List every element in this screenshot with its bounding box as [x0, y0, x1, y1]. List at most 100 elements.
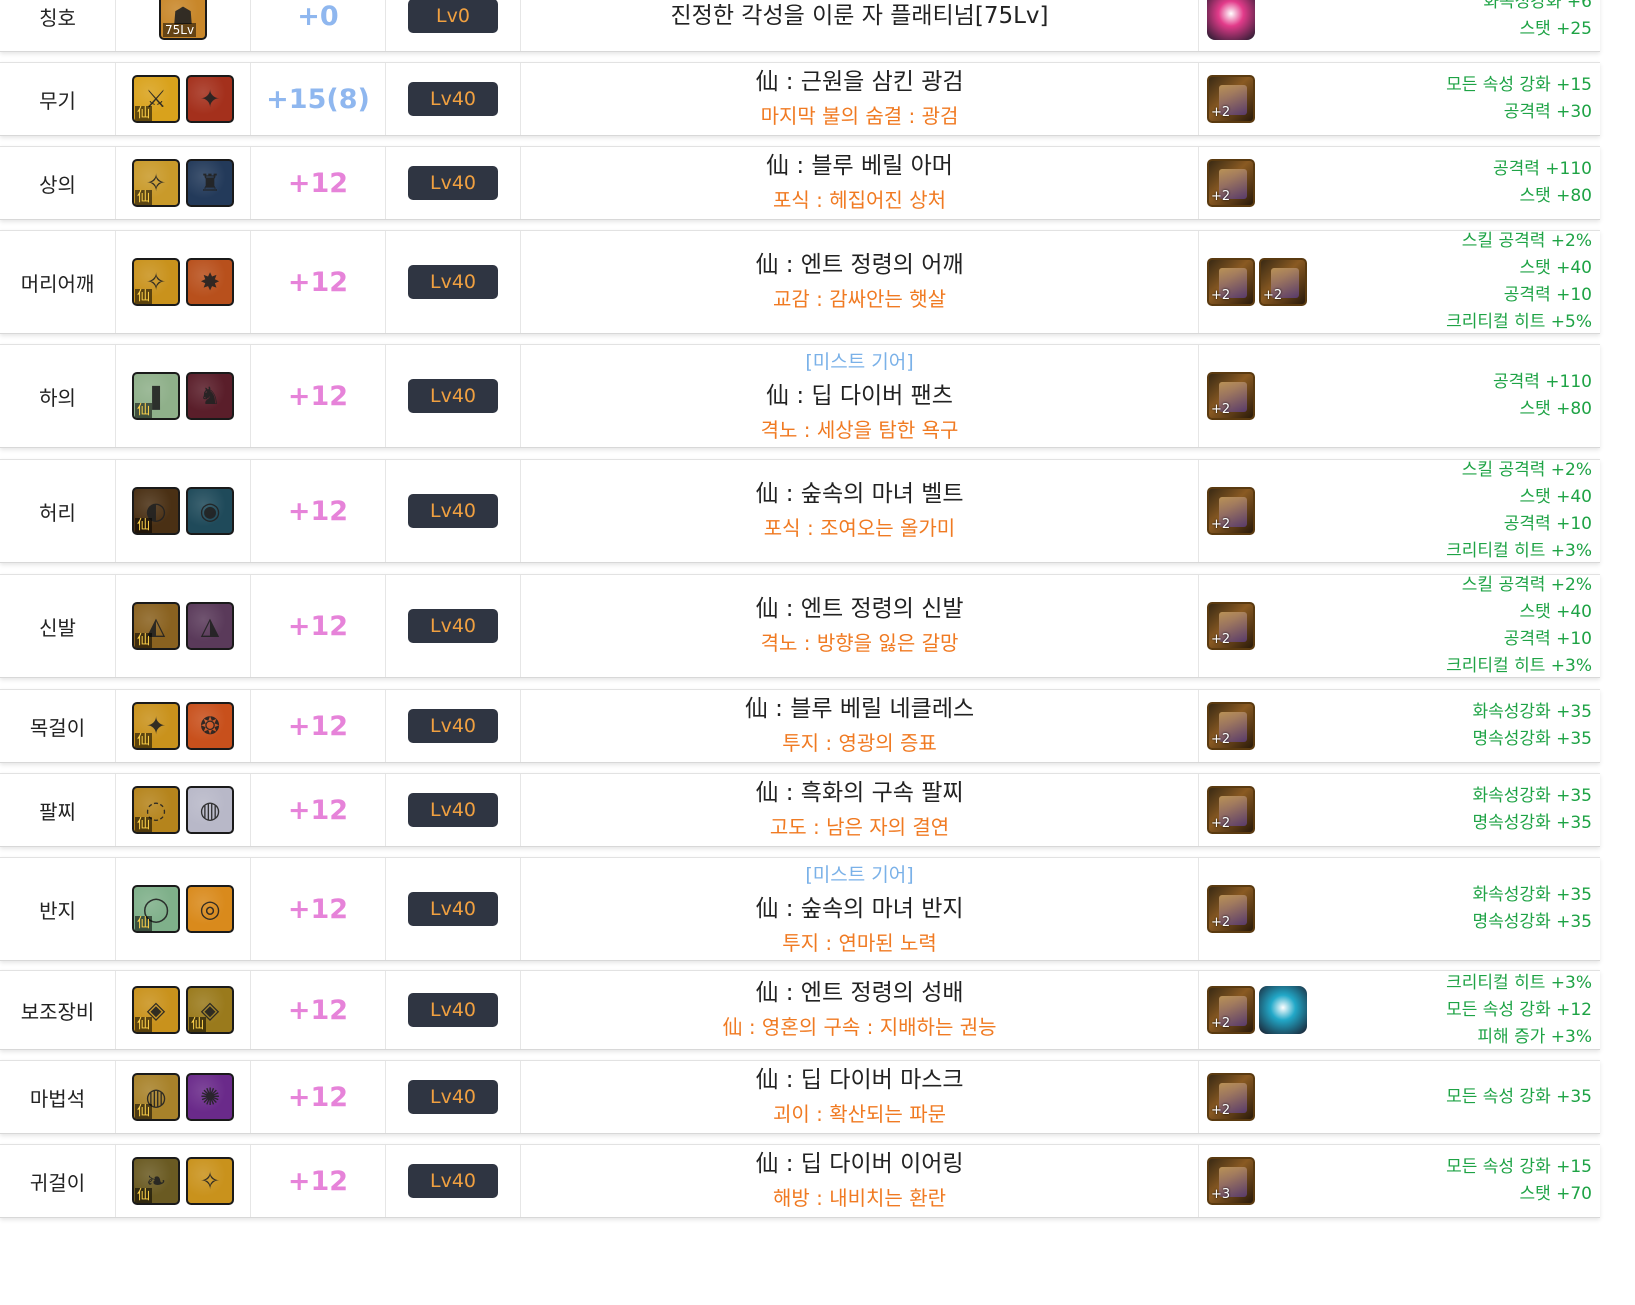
stat-line: 공격력 +10	[1503, 285, 1592, 305]
earring-icon[interactable]: ❧ 仙	[132, 1157, 180, 1205]
item-name[interactable]: 仙 : 숲속의 마녀 벨트	[755, 477, 963, 511]
weapon-icon[interactable]: ⚔ 仙	[132, 75, 180, 123]
enchant-card-icon[interactable]: +2	[1207, 258, 1255, 306]
shoulder-icon[interactable]: ✧ 仙	[132, 258, 180, 306]
enchant-stats: 화속성강화 +35 명속성강화 +35	[1473, 774, 1592, 846]
item-name[interactable]: 仙 : 흑화의 구속 팔찌	[755, 776, 963, 810]
item-glyph: ♜	[199, 169, 221, 197]
stat-line: 스킬 공격력 +2%	[1461, 231, 1592, 251]
shoes-fusion-icon[interactable]: ◮	[186, 602, 234, 650]
equipment-row[interactable]: 반지 ◯ 仙 ◎ +12 Lv40 [미스트 기어] 仙 : 숲속의 마녀 반지 투지 : 연마…	[0, 857, 1600, 961]
enchant-card-icon[interactable]: +2	[1207, 602, 1255, 650]
slot-label: 하의	[0, 345, 116, 447]
stat-line: 스탯 +40	[1519, 487, 1592, 507]
item-icons: ◯ 仙 ◎	[116, 858, 251, 960]
item-name-cell: [미스트 기어] 仙 : 숲속의 마녀 반지 투지 : 연마된 노력	[521, 858, 1199, 960]
slot-label: 목걸이	[0, 690, 116, 762]
item-name[interactable]: 진정한 각성을 이룬 자 플래티넘[75Lv]	[671, 0, 1049, 33]
level-cell: Lv40	[386, 971, 521, 1049]
level-cell: Lv0	[386, 0, 521, 51]
equipment-row[interactable]: 무기 ⚔ 仙 ✦ +15(8) Lv40 仙 : 근원을 삼킨 광검 마지막 불의 숨결 : …	[0, 62, 1600, 136]
enchant-card-icon[interactable]: +3	[1207, 1157, 1255, 1205]
item-name[interactable]: 仙 : 블루 베릴 아머	[766, 149, 953, 183]
enchant-card-icon[interactable]: +2	[1207, 885, 1255, 933]
enhance-level: +12	[251, 690, 386, 762]
item-glyph: ✸	[199, 268, 221, 296]
magicstone-fusion-icon[interactable]: ✺	[186, 1073, 234, 1121]
level-badge: Lv40	[408, 82, 498, 116]
level-cell: Lv40	[386, 345, 521, 447]
item-name[interactable]: 仙 : 딥 다이버 마스크	[755, 1063, 963, 1097]
equipment-row[interactable]: 허리 ◐ 仙 ◉ +12 Lv40 仙 : 숲속의 마녀 벨트 포식 : 조여오는 올가미 +2…	[0, 459, 1600, 563]
pink-orb-icon[interactable]	[1207, 0, 1255, 40]
item-name[interactable]: 仙 : 엔트 정령의 어깨	[755, 248, 963, 282]
equipment-row[interactable]: 마법석 ◍ 仙 ✺ +12 Lv40 仙 : 딥 다이버 마스크 괴이 : 확산되는 파문 +2…	[0, 1060, 1600, 1134]
enchant-card-icon[interactable]: +2	[1207, 702, 1255, 750]
necklace-icon[interactable]: ✦ 仙	[132, 702, 180, 750]
item-name[interactable]: 仙 : 근원을 삼킨 광검	[755, 65, 963, 99]
item-name-cell: 仙 : 엔트 정령의 성배 仙 : 영혼의 구속 : 지배하는 권능	[521, 971, 1199, 1049]
bracelet-icon[interactable]: ◌ 仙	[132, 786, 180, 834]
belt-icon[interactable]: ◐ 仙	[132, 487, 180, 535]
equipment-row[interactable]: 머리어깨 ✧ 仙 ✸ +12 Lv40 仙 : 엔트 정령의 어깨 교감 : 감싸안는 햇살 +…	[0, 230, 1600, 334]
stat-line: 크리티컬 히트 +3%	[1446, 656, 1592, 676]
subequip-icon[interactable]: ◈ 仙	[132, 986, 180, 1034]
pants-icon[interactable]: ❚ 仙	[132, 372, 180, 420]
equipment-row[interactable]: 하의 ❚ 仙 ♞ +12 Lv40 [미스트 기어] 仙 : 딥 다이버 팬츠 격노 : 세상을…	[0, 344, 1600, 448]
equipment-row[interactable]: 칭호 ☗ 75Lv +0 Lv0 진정한 각성을 이룬 자 플래티넘[75Lv] 화속성강화…	[0, 0, 1600, 52]
card-upgrade-label: +2	[1211, 288, 1231, 303]
enchant-card-icon[interactable]: +2	[1207, 75, 1255, 123]
slot-label: 상의	[0, 147, 116, 219]
card-upgrade-label: +2	[1211, 189, 1231, 204]
enchant-card-icon[interactable]: +2	[1207, 986, 1255, 1034]
stat-line: 화속성강화 +35	[1472, 702, 1592, 722]
magicstone-icon[interactable]: ◍ 仙	[132, 1073, 180, 1121]
enchant-card-icon[interactable]: +2	[1207, 487, 1255, 535]
level-cell: Lv40	[386, 1061, 521, 1133]
title-icon[interactable]: ☗ 75Lv	[159, 0, 207, 40]
equipment-row[interactable]: 신발 ◭ 仙 ◮ +12 Lv40 仙 : 엔트 정령의 신발 격노 : 방향을 잃은 갈망 +…	[0, 574, 1600, 678]
equipment-row[interactable]: 목걸이 ✦ 仙 ❂ +12 Lv40 仙 : 블루 베릴 네클레스 투지 : 영광의 증표 +2…	[0, 689, 1600, 763]
ring-icon[interactable]: ◯ 仙	[132, 885, 180, 933]
level-badge: Lv0	[408, 0, 498, 33]
level-cell: Lv40	[386, 231, 521, 333]
enchant-card-icon[interactable]: +2	[1207, 786, 1255, 834]
belt-fusion-icon[interactable]: ◉	[186, 487, 234, 535]
necklace-fusion-icon[interactable]: ❂	[186, 702, 234, 750]
equipment-row[interactable]: 상의 ✧ 仙 ♜ +12 Lv40 仙 : 블루 베릴 아머 포식 : 헤집어진 상처 +2 공격…	[0, 146, 1600, 220]
cyan-orb-icon[interactable]	[1259, 986, 1307, 1034]
stat-line: 스킬 공격력 +2%	[1461, 575, 1592, 595]
enchant-card-icon[interactable]: +2	[1207, 372, 1255, 420]
bracelet-fusion-icon[interactable]: ◍	[186, 786, 234, 834]
sen-mark: 仙	[135, 289, 153, 304]
item-name[interactable]: 仙 : 엔트 정령의 신발	[755, 592, 963, 626]
stat-line: 스탯 +80	[1519, 186, 1592, 206]
item-name[interactable]: 仙 : 엔트 정령의 성배	[755, 976, 963, 1010]
item-name[interactable]: 仙 : 딥 다이버 이어링	[755, 1147, 963, 1181]
item-name[interactable]: 仙 : 숲속의 마녀 반지	[755, 892, 963, 926]
stat-line: 공격력 +10	[1503, 514, 1592, 534]
pants-fusion-icon[interactable]: ♞	[186, 372, 234, 420]
equipment-row[interactable]: 팔찌 ◌ 仙 ◍ +12 Lv40 仙 : 흑화의 구속 팔찌 고도 : 남은 자의 결연 +2…	[0, 773, 1600, 847]
level-badge: Lv40	[408, 1080, 498, 1114]
stat-line: 모든 속성 강화 +12	[1446, 999, 1592, 1020]
subequip-fusion-icon[interactable]: ◈ 仙	[186, 986, 234, 1034]
enchant-card-icon[interactable]: +2	[1259, 258, 1307, 306]
equipment-row[interactable]: 귀걸이 ❧ 仙 ✧ +12 Lv40 仙 : 딥 다이버 이어링 해방 : 내비치는 환란 +3…	[0, 1144, 1600, 1218]
enchant-card-icon[interactable]: +2	[1207, 1073, 1255, 1121]
enchant-cell: +2 화속성강화 +35 명속성강화 +35	[1199, 690, 1600, 762]
stat-line: 공격력 +10	[1503, 629, 1592, 649]
earring-fusion-icon[interactable]: ✧	[186, 1157, 234, 1205]
equipment-row[interactable]: 보조장비 ◈ 仙 ◈ 仙 +12 Lv40 仙 : 엔트 정령의 성배 仙 : 영혼의 구속 :…	[0, 970, 1600, 1050]
top-icon[interactable]: ✧ 仙	[132, 159, 180, 207]
shoes-icon[interactable]: ◭ 仙	[132, 602, 180, 650]
top-fusion-icon[interactable]: ♜	[186, 159, 234, 207]
ring-fusion-icon[interactable]: ◎	[186, 885, 234, 933]
enchant-card-icon[interactable]: +2	[1207, 159, 1255, 207]
weapon-fusion-icon[interactable]: ✦	[186, 75, 234, 123]
shoulder-fusion-icon[interactable]: ✸	[186, 258, 234, 306]
stat-line: 스킬 공격력 +2%	[1461, 460, 1592, 480]
item-name[interactable]: 仙 : 딥 다이버 팬츠	[766, 379, 953, 413]
stat-line: 모든 속성 강화 +15	[1446, 75, 1592, 95]
item-name[interactable]: 仙 : 블루 베릴 네클레스	[745, 692, 974, 726]
